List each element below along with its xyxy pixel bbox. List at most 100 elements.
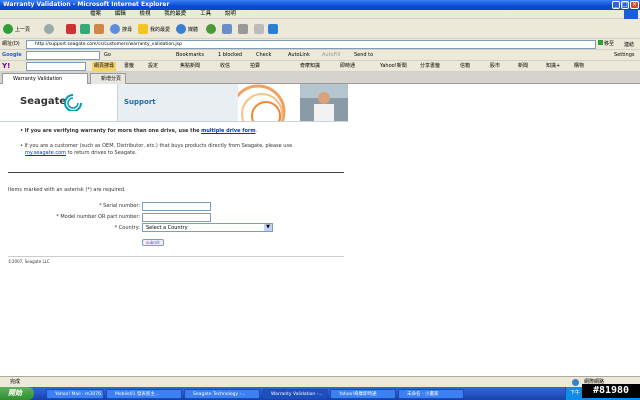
settings-button[interactable]: Settings bbox=[614, 50, 635, 61]
popup-blocked[interactable]: 1 blocked bbox=[218, 50, 242, 61]
go-button[interactable]: 移至 bbox=[598, 40, 618, 49]
decorative-swirl-icon bbox=[238, 84, 348, 121]
print-icon bbox=[238, 24, 248, 34]
menu-file[interactable]: 檔案 bbox=[90, 11, 101, 17]
internet-zone-icon bbox=[572, 379, 579, 386]
tab-new[interactable]: 新增分頁 bbox=[90, 73, 126, 84]
section-title: Support bbox=[124, 98, 156, 106]
task-warranty-validation[interactable]: Warranty Validation -... bbox=[262, 389, 328, 399]
edit-icon bbox=[254, 24, 264, 34]
yahoo-search-input[interactable] bbox=[26, 62, 86, 71]
toolbar: 上一頁 搜尋 我的最愛 媒體 bbox=[0, 19, 640, 39]
tab-warranty-validation[interactable]: Warranty Validation bbox=[2, 73, 88, 84]
edit-button[interactable] bbox=[254, 23, 266, 35]
home-icon bbox=[94, 24, 104, 34]
yahoo-web-search-button[interactable]: 網頁搜尋 bbox=[92, 62, 117, 71]
favorites-button[interactable]: 我的最愛 bbox=[138, 23, 170, 35]
country-label: * Country: bbox=[114, 225, 140, 231]
task-yahoo-mail[interactable]: Yahoo! Mail - m3076... bbox=[46, 389, 104, 399]
star-icon bbox=[138, 24, 148, 34]
yahoo-shopping[interactable]: 購物 bbox=[574, 61, 584, 72]
task-paint[interactable]: 未命名 - 小畫家 bbox=[398, 389, 464, 399]
stop-button[interactable] bbox=[66, 23, 78, 35]
task-seagate[interactable]: Seagate Technology -... bbox=[184, 389, 260, 399]
messenger-button[interactable] bbox=[268, 23, 280, 35]
submit-button[interactable]: submit bbox=[142, 239, 164, 246]
yahoo-mail[interactable]: 收信 bbox=[220, 61, 230, 72]
window-title-bar: Warranty Validation - Microsoft Internet… bbox=[0, 0, 640, 10]
yahoo-mailbox[interactable]: 信箱 bbox=[460, 61, 470, 72]
forward-arrow-icon bbox=[44, 24, 54, 34]
footer-divider bbox=[8, 256, 344, 257]
support-header: Support bbox=[118, 84, 238, 122]
google-search-input[interactable] bbox=[26, 51, 100, 60]
autofill-button[interactable]: AutoFill bbox=[322, 50, 340, 61]
yahoo-share-bookmarks[interactable]: 分享書籤 bbox=[420, 61, 440, 72]
minimize-button[interactable]: _ bbox=[612, 1, 620, 9]
autolink-button[interactable]: AutoLink bbox=[288, 50, 310, 61]
maximize-button[interactable]: □ bbox=[621, 1, 629, 9]
stop-icon bbox=[66, 24, 76, 34]
copyright: ©2007, Seagate LLC bbox=[8, 259, 50, 264]
home-button[interactable] bbox=[94, 23, 106, 35]
yahoo-settings[interactable]: 設定 bbox=[148, 61, 158, 72]
yahoo-news[interactable]: 焦點新聞 bbox=[180, 61, 200, 72]
task-yahoo-messenger[interactable]: Yahoo!奇摩即時通 bbox=[330, 389, 396, 399]
header-photo bbox=[238, 84, 348, 122]
menu-favorites[interactable]: 我的最愛 bbox=[164, 11, 186, 17]
bookmarks-button[interactable]: Bookmarks bbox=[176, 50, 204, 61]
clock[interactable]: 下午 bbox=[570, 389, 580, 396]
address-label: 網址(D) bbox=[2, 41, 20, 47]
search-button[interactable]: 搜尋 bbox=[110, 23, 132, 35]
menu-edit[interactable]: 編輯 bbox=[115, 11, 126, 17]
history-button[interactable] bbox=[206, 23, 218, 35]
go-arrow-icon bbox=[598, 40, 603, 45]
serial-number-input[interactable] bbox=[142, 202, 211, 211]
yahoo-messenger[interactable]: 即時通 bbox=[340, 61, 355, 72]
status-bar: 完成 網際網路 bbox=[0, 376, 640, 387]
divider bbox=[8, 172, 344, 173]
yahoo-knowledge[interactable]: 奇摩知識 bbox=[300, 61, 320, 72]
menu-tools[interactable]: 工具 bbox=[200, 11, 211, 17]
yahoo-stock[interactable]: 股市 bbox=[490, 61, 500, 72]
required-note: Items marked with an asterisk (*) are re… bbox=[8, 187, 126, 193]
chevron-down-icon[interactable]: ▼ bbox=[264, 224, 272, 231]
mail-button[interactable] bbox=[222, 23, 234, 35]
forward-button[interactable] bbox=[44, 23, 56, 35]
serial-number-label: * Serial number: bbox=[99, 203, 140, 209]
window-title: Warranty Validation - Microsoft Internet… bbox=[3, 1, 170, 8]
send-to-button[interactable]: Send to bbox=[354, 50, 373, 61]
multiple-drive-form-link[interactable]: multiple drive form bbox=[201, 128, 255, 134]
menu-help[interactable]: 說明 bbox=[225, 11, 236, 17]
google-go-button[interactable]: Go bbox=[104, 50, 111, 61]
model-number-label: * Model number OR part number: bbox=[56, 214, 140, 220]
refresh-icon bbox=[80, 24, 90, 34]
address-input[interactable]: http://support.seagate.com/cs/customers/… bbox=[26, 40, 596, 49]
media-icon bbox=[176, 24, 186, 34]
yahoo-news-2[interactable]: Yahoo!新聞 bbox=[380, 61, 407, 72]
start-button[interactable]: 開始 bbox=[0, 387, 34, 400]
task-mobile01[interactable]: Mobile01 發表新主... bbox=[106, 389, 182, 399]
my-seagate-link[interactable]: my.seagate.com bbox=[25, 150, 66, 156]
yahoo-bookmarks[interactable]: 書籤 bbox=[124, 61, 134, 72]
print-button[interactable] bbox=[238, 23, 250, 35]
status-text: 完成 bbox=[10, 379, 21, 385]
bullet-dot: • bbox=[20, 128, 24, 134]
spell-check-button[interactable]: Check bbox=[256, 50, 271, 61]
yahoo-knowledge-plus[interactable]: 知識+ bbox=[546, 61, 560, 72]
close-button[interactable]: × bbox=[630, 1, 639, 9]
ie-logo-icon bbox=[624, 10, 638, 19]
back-arrow-icon bbox=[3, 24, 13, 34]
yahoo-headlines[interactable]: 新聞 bbox=[518, 61, 528, 72]
yahoo-auction[interactable]: 拍賣 bbox=[250, 61, 260, 72]
model-number-input[interactable] bbox=[142, 213, 211, 222]
refresh-button[interactable] bbox=[80, 23, 92, 35]
country-select[interactable]: Select a Country ▼ bbox=[142, 223, 273, 232]
links-label[interactable]: 連結 bbox=[624, 41, 634, 48]
yahoo-logo: Y! bbox=[2, 62, 11, 70]
messenger-icon bbox=[268, 24, 278, 34]
bullet-oem-customers: • If you are a customer (such as OEM, Di… bbox=[20, 143, 293, 156]
back-button[interactable]: 上一頁 bbox=[3, 23, 30, 35]
menu-view[interactable]: 檢視 bbox=[140, 11, 151, 17]
media-button[interactable]: 媒體 bbox=[176, 23, 198, 35]
